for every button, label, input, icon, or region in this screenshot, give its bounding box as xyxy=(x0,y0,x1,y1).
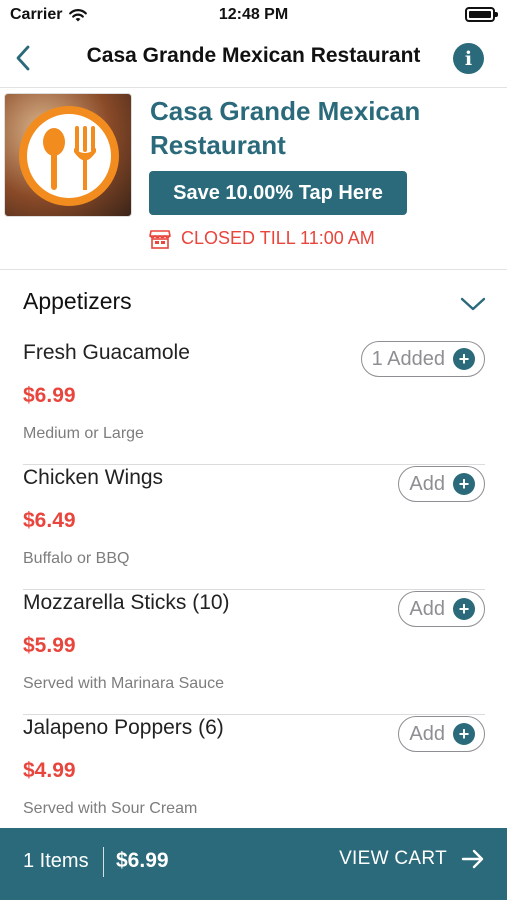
menu-item[interactable]: Mozzarella Sticks (10) $5.99 Served with… xyxy=(23,591,485,715)
restaurant-header: Casa Grande Mexican Restaurant Save 10.0… xyxy=(0,88,507,270)
info-button[interactable]: i xyxy=(453,43,484,74)
chevron-left-icon xyxy=(16,45,30,71)
view-cart-button[interactable]: VIEW CART xyxy=(339,848,485,870)
utensils-icon xyxy=(43,126,96,190)
add-button[interactable]: Add + xyxy=(398,591,485,627)
restaurant-name: Casa Grande Mexican Restaurant xyxy=(150,96,421,160)
plus-icon: + xyxy=(453,598,475,620)
status-time: 12:48 PM xyxy=(218,6,289,23)
plus-icon: + xyxy=(453,348,475,370)
back-button[interactable] xyxy=(8,42,38,74)
cart-total: $6.99 xyxy=(116,849,169,872)
item-description: Medium or Large xyxy=(23,425,144,442)
item-price: $4.99 xyxy=(23,759,76,782)
item-price: $6.49 xyxy=(23,509,76,532)
menu-item[interactable]: Jalapeno Poppers (6) $4.99 Served with S… xyxy=(23,716,485,840)
item-description: Served with Sour Cream xyxy=(23,800,198,817)
category-title[interactable]: Appetizers xyxy=(23,288,132,315)
add-button-label: 1 Added xyxy=(371,347,445,370)
view-cart-label: VIEW CART xyxy=(339,848,447,869)
info-icon: i xyxy=(464,47,473,70)
cart-divider xyxy=(103,847,104,877)
save-discount-button[interactable]: Save 10.00% Tap Here xyxy=(149,171,407,215)
add-button-label: Add xyxy=(409,597,445,620)
open-status: CLOSED TILL 11:00 AM xyxy=(149,228,375,249)
cart-bar[interactable]: 1 Items $6.99 VIEW CART xyxy=(0,828,507,900)
battery-icon xyxy=(465,7,498,22)
add-button[interactable]: Add + xyxy=(398,466,485,502)
plus-icon: + xyxy=(453,723,475,745)
cart-item-count: 1 Items xyxy=(23,850,89,872)
item-price: $6.99 xyxy=(23,384,76,407)
added-button[interactable]: 1 Added + xyxy=(360,341,485,377)
restaurant-logo xyxy=(4,93,132,217)
item-name: Fresh Guacamole xyxy=(23,341,190,364)
item-description: Buffalo or BBQ xyxy=(23,550,130,567)
add-button-label: Add xyxy=(409,722,445,745)
page-title: Casa Grande Mexican Restaurant xyxy=(86,44,421,67)
store-icon xyxy=(149,229,171,249)
item-name: Jalapeno Poppers (6) xyxy=(23,716,224,739)
item-price: $5.99 xyxy=(23,634,76,657)
item-description: Served with Marinara Sauce xyxy=(23,675,224,692)
add-button[interactable]: Add + xyxy=(398,716,485,752)
plus-icon: + xyxy=(453,473,475,495)
menu-item[interactable]: Fresh Guacamole $6.99 Medium or Large 1 … xyxy=(23,341,485,465)
arrow-right-icon xyxy=(461,849,484,869)
chevron-down-icon[interactable] xyxy=(459,292,487,314)
menu-item[interactable]: Chicken Wings $6.49 Buffalo or BBQ Add + xyxy=(23,466,485,590)
navigation-bar: Casa Grande Mexican Restaurant i xyxy=(0,30,507,88)
add-button-label: Add xyxy=(409,472,445,495)
closed-status-text: CLOSED TILL 11:00 AM xyxy=(181,228,375,248)
status-bar: Carrier 12:48 PM xyxy=(0,0,507,30)
item-name: Mozzarella Sticks (10) xyxy=(23,591,230,614)
item-name: Chicken Wings xyxy=(23,466,164,489)
